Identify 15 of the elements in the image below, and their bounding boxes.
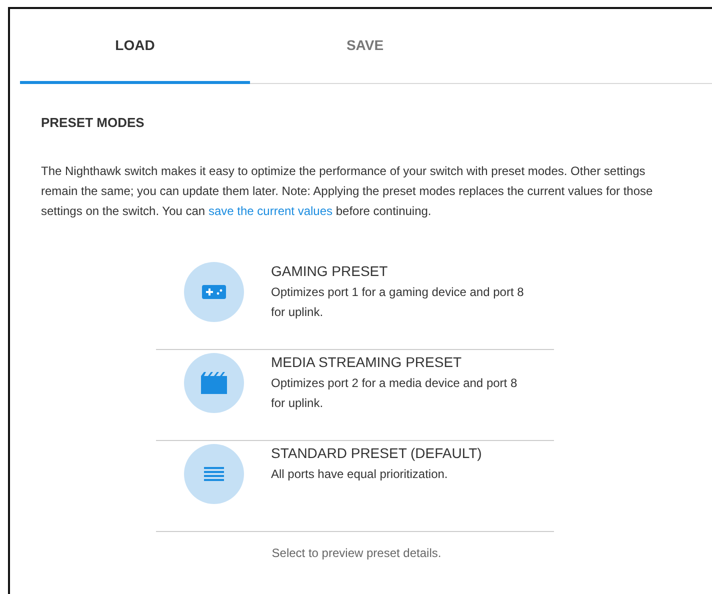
- tab[interactable]: SAVE: [250, 9, 480, 84]
- intro-text: The Nighthawk switch makes it easy to optimize the performance of your switch with preset modes. Other settings remain the same; you can update them later. Note: Applying the preset modes replaces the current values for those settings on the switch. You can save the current values before continuing.: [41, 163, 654, 220]
- section-title: PRESET MODES: [41, 115, 146, 130]
- hint-text: Select to preview preset details.: [270, 546, 442, 560]
- save-values-link[interactable]: save the current values: [208, 204, 333, 218]
- preset-title[interactable]: MEDIA STREAMING PRESET: [271, 354, 531, 370]
- clapperboard-icon: [201, 372, 227, 394]
- list-icon: [204, 467, 224, 481]
- preset-description: All ports have equal prioritization.: [271, 466, 449, 483]
- tab[interactable]: LOAD: [20, 9, 250, 84]
- gamepad-icon: [202, 285, 226, 299]
- preset-title[interactable]: GAMING PRESET: [271, 263, 531, 279]
- preset-title[interactable]: STANDARD PRESET (DEFAULT): [271, 445, 531, 461]
- preset-description: Optimizes port 1 for a gaming device and port 8 for uplink.: [271, 284, 525, 321]
- preset-description: Optimizes port 2 for a media device and port 8 for uplink.: [271, 375, 518, 412]
